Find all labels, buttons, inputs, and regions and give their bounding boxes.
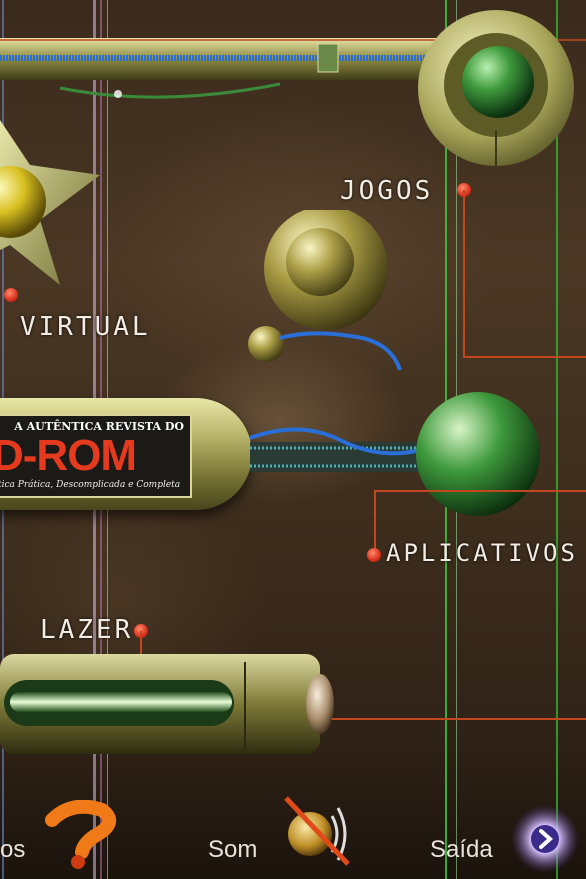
help-label[interactable]: os [0,836,25,864]
menu-lazer-label[interactable]: LAZER [40,615,133,645]
virtual-dot [4,288,18,302]
help-icon[interactable] [32,800,122,870]
menu-jogos-label[interactable]: JOGOS [340,176,433,206]
banner-title: D-ROM [0,431,137,480]
sound-label[interactable]: Som [208,836,257,864]
jogos-connector [463,356,586,358]
aplicativos-connector [374,490,586,492]
menu-aplicativos-label[interactable]: APLICATIVOS [386,539,578,567]
menu-virtual-label[interactable]: VIRTUAL [20,312,151,342]
aplicativos-connector [374,490,376,552]
sound-icon[interactable] [278,790,358,870]
magazine-banner: A AUTÊNTICA REVISTA DO D-ROM tica Prátic… [0,398,252,510]
exit-label[interactable]: Saída [430,836,493,864]
virtual-star[interactable] [0,110,110,290]
exit-arrow-icon[interactable] [510,804,580,874]
banner-subtitle: tica Prática, Descomplicada e Completa [0,480,181,490]
lazer-tube[interactable] [0,650,340,760]
banner-panel: A AUTÊNTICA REVISTA DO D-ROM tica Prátic… [0,414,192,498]
aplicativos-dot [367,548,381,562]
menu-stage: JOGOS VIRTUAL A AUTÊNTICA REVISTA DO D-R… [0,0,586,879]
center-sphere [248,210,402,371]
aplicativos-cable[interactable] [240,390,586,520]
jogos-connector [463,190,465,357]
